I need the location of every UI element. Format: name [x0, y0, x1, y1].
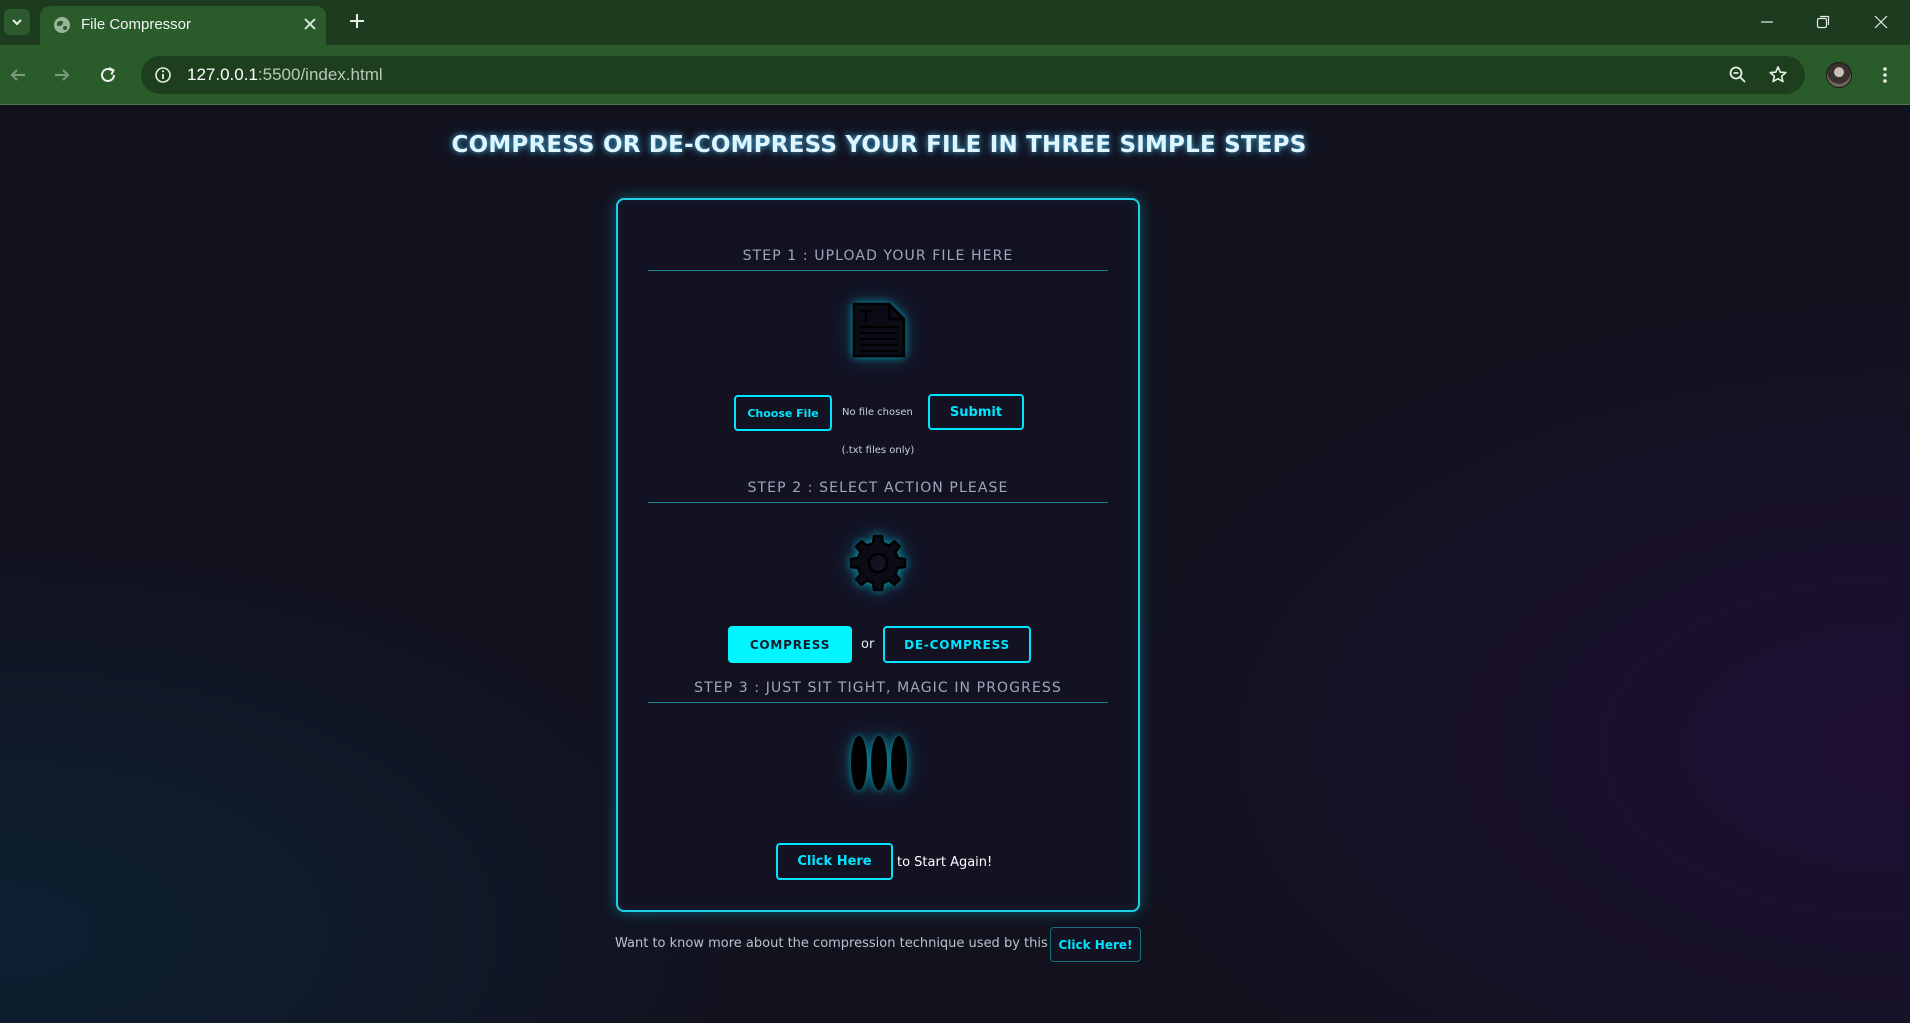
forward-arrow-icon[interactable] — [46, 59, 78, 91]
profile-avatar[interactable] — [1826, 62, 1852, 88]
window-restore-icon[interactable] — [1800, 6, 1846, 38]
page-heading: COMPRESS OR DE-COMPRESS YOUR FILE IN THR… — [451, 132, 1307, 158]
page-viewport: COMPRESS OR DE-COMPRESS YOUR FILE IN THR… — [0, 106, 1910, 1023]
url-host: 127.0.0.1 — [187, 65, 258, 84]
browser-tab-active[interactable]: File Compressor — [40, 6, 326, 45]
submit-button[interactable]: Submit — [928, 394, 1024, 430]
site-info-icon[interactable] — [150, 62, 176, 88]
tab-close-icon[interactable] — [300, 14, 320, 34]
text-file-icon — [852, 302, 906, 358]
reload-icon[interactable] — [92, 59, 124, 91]
compress-button[interactable]: COMPRESS — [728, 626, 852, 663]
start-again-button[interactable]: Click Here — [776, 843, 893, 880]
or-separator: or — [861, 637, 875, 652]
window-minimize-icon[interactable] — [1744, 6, 1790, 38]
steps-card: STEP 1 : UPLOAD YOUR FILE HERE Choose Fi… — [616, 198, 1140, 912]
loading-bars-icon — [851, 736, 907, 790]
back-arrow-icon[interactable] — [2, 59, 34, 91]
zoom-out-icon[interactable] — [1726, 63, 1750, 87]
step2-title: STEP 2 : SELECT ACTION PLEASE — [747, 480, 1009, 496]
browser-toolbar: 127.0.0.1:5500/index.html — [0, 45, 1910, 105]
tab-search-chevron-icon[interactable] — [4, 9, 30, 35]
new-tab-plus-icon[interactable] — [344, 9, 370, 35]
footer-question: Want to know more about the compression … — [615, 936, 1084, 951]
decompress-button[interactable]: DE-COMPRESS — [883, 626, 1031, 663]
choose-file-button[interactable]: Choose File — [734, 395, 832, 431]
kebab-menu-icon[interactable] — [1870, 59, 1900, 91]
tab-title: File Compressor — [81, 16, 192, 33]
browser-tab-strip: File Compressor — [0, 0, 1910, 45]
address-bar[interactable]: 127.0.0.1:5500/index.html — [141, 56, 1805, 94]
bookmark-star-icon[interactable] — [1766, 63, 1790, 87]
url-text: 127.0.0.1:5500/index.html — [187, 65, 383, 85]
txt-only-hint: (.txt files only) — [841, 445, 915, 456]
gear-icon — [849, 534, 907, 592]
step1-title: STEP 1 : UPLOAD YOUR FILE HERE — [742, 248, 1014, 264]
window-close-icon[interactable] — [1858, 6, 1904, 38]
step1-divider — [648, 270, 1108, 271]
learn-more-button[interactable]: Click Here! — [1050, 927, 1141, 962]
step3-title: STEP 3 : JUST SIT TIGHT, MAGIC IN PROGRE… — [694, 680, 1062, 696]
step2-divider — [648, 502, 1108, 503]
url-path: :5500/index.html — [257, 65, 383, 84]
step3-divider — [648, 702, 1108, 703]
start-again-text: to Start Again! — [897, 855, 993, 870]
globe-icon — [54, 17, 70, 33]
no-file-chosen-text: No file chosen — [842, 407, 913, 418]
